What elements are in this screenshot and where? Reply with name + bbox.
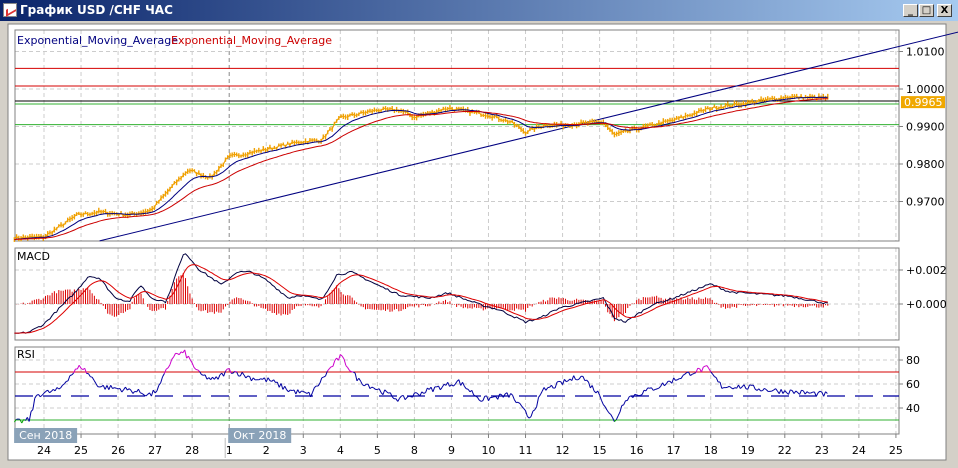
maximize-button[interactable]: □ xyxy=(919,4,934,17)
rsi-segment xyxy=(290,389,293,392)
price-axis-label: 0.9700 xyxy=(906,196,945,209)
rsi-segment xyxy=(423,392,426,394)
price-axis-label: 0.9800 xyxy=(906,158,945,171)
macd-axis-label: +0.000 xyxy=(906,298,947,311)
rsi-segment xyxy=(655,388,658,390)
rsi-segment xyxy=(636,394,639,397)
x-tick-label: 18 xyxy=(704,444,718,457)
price-axis-label: 0.9900 xyxy=(906,121,945,134)
rsi-axis-label: 40 xyxy=(906,402,920,415)
rsi-segment xyxy=(140,392,143,394)
close-button[interactable]: X xyxy=(937,4,952,17)
x-tick-label: 28 xyxy=(185,444,199,457)
chart-app-icon xyxy=(3,3,17,17)
rsi-segment xyxy=(801,389,804,392)
macd-axis-label: +0.002 xyxy=(906,264,947,277)
date-badge-label: Сен 2018 xyxy=(19,429,72,442)
rsi-segment xyxy=(634,393,637,396)
x-tick-label: 22 xyxy=(778,444,792,457)
x-tick-label: 26 xyxy=(111,444,125,457)
legend-ema-slow: Exponential_Moving_Average xyxy=(171,34,332,47)
rsi-segment xyxy=(749,384,752,386)
rsi-segment xyxy=(371,386,374,389)
x-tick-label: 19 xyxy=(741,444,755,457)
x-tick-label: 24 xyxy=(37,444,51,457)
legend-ema-fast: Exponential_Moving_Average xyxy=(17,34,178,47)
x-tick-label: 8 xyxy=(411,444,418,457)
rsi-label: RSI xyxy=(17,348,35,361)
rsi-axis-label: 80 xyxy=(906,354,920,367)
rsi-segment xyxy=(499,393,502,396)
x-tick-label: 10 xyxy=(481,444,495,457)
current-price-label: 0.9965 xyxy=(904,96,943,109)
rsi-segment xyxy=(66,380,69,382)
x-tick-label: 16 xyxy=(630,444,644,457)
price-axis-label: 1.0100 xyxy=(906,46,945,59)
rsi-segment xyxy=(321,376,324,379)
price-axis-label: 1.0000 xyxy=(906,83,945,96)
rsi-segment xyxy=(621,404,624,406)
rsi-segment xyxy=(260,378,263,380)
x-tick-label: 11 xyxy=(519,444,533,457)
rsi-segment xyxy=(69,374,72,377)
x-tick-label: 3 xyxy=(300,444,307,457)
rsi-segment xyxy=(116,387,119,390)
rsi-segment xyxy=(675,379,678,381)
rsi-segment xyxy=(114,387,117,389)
minimize-button[interactable]: _ xyxy=(903,4,918,17)
rsi-segment xyxy=(575,378,578,381)
rsi-segment xyxy=(656,387,660,390)
rsi-segment xyxy=(90,376,93,378)
window-title: График USD /CHF ЧАС xyxy=(20,3,173,17)
macd-label: MACD xyxy=(17,250,50,263)
x-tick-label: 27 xyxy=(148,444,162,457)
x-tick-label: 1 xyxy=(226,444,233,457)
x-tick-label: 5 xyxy=(374,444,381,457)
x-tick-label: 17 xyxy=(667,444,681,457)
x-tick-label: 24 xyxy=(852,444,866,457)
x-tick-label: 2 xyxy=(263,444,270,457)
x-tick-label: 15 xyxy=(593,444,607,457)
x-tick-label: 25 xyxy=(889,444,903,457)
date-badge-label: Окт 2018 xyxy=(233,429,286,442)
x-tick-label: 9 xyxy=(448,444,455,457)
rsi-segment xyxy=(491,396,495,398)
rsi-segment xyxy=(480,400,484,402)
x-tick-label: 12 xyxy=(556,444,570,457)
rsi-axis-label: 60 xyxy=(906,378,920,391)
rsi-segment xyxy=(693,372,697,374)
chart-area[interactable]: Exponential_Moving_Average Exponential_M… xyxy=(0,21,958,468)
x-tick-label: 25 xyxy=(74,444,88,457)
x-tick-label: 23 xyxy=(815,444,829,457)
window-titlebar: График USD /CHF ЧАС _ □ X xyxy=(0,0,958,21)
rsi-segment xyxy=(790,389,793,392)
x-tick-label: 4 xyxy=(337,444,344,457)
